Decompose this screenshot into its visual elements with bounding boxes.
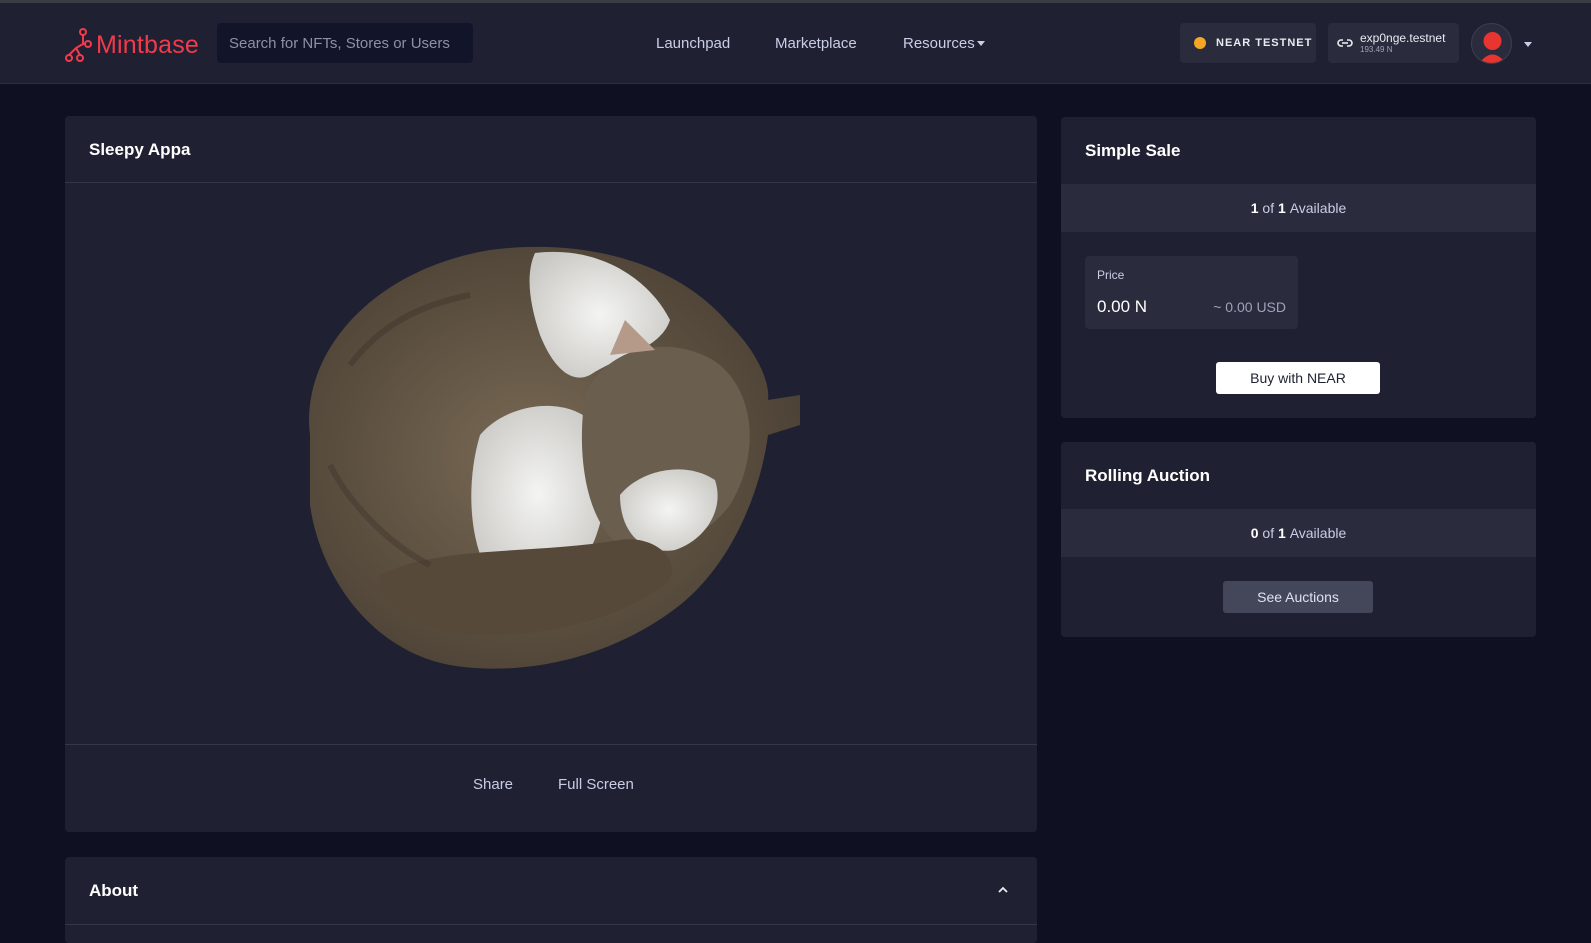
network-badge[interactable]: NEAR TESTNET xyxy=(1180,23,1316,63)
available-count: 0 xyxy=(1250,525,1259,541)
top-navbar: Mintbase Launchpad Marketplace Resources… xyxy=(0,3,1591,84)
of-text: of xyxy=(1262,200,1275,216)
nft-title: Sleepy Appa xyxy=(89,140,191,159)
avatar[interactable] xyxy=(1471,23,1512,64)
simple-sale-title: Simple Sale xyxy=(1085,141,1181,160)
logo-text: Mintbase xyxy=(96,30,200,59)
nav-marketplace[interactable]: Marketplace xyxy=(775,35,857,52)
mintbase-logo[interactable]: Mintbase xyxy=(64,27,199,63)
chevron-up-icon[interactable] xyxy=(998,885,1008,895)
price-usd: ~ 0.00 USD xyxy=(1213,299,1286,315)
wallet-button[interactable]: exp0nge.testnet 193.49 N xyxy=(1328,23,1459,63)
full-screen-button[interactable]: Full Screen xyxy=(558,776,634,793)
about-title: About xyxy=(89,881,139,900)
nav-launchpad[interactable]: Launchpad xyxy=(656,35,730,52)
see-auctions-button[interactable]: See Auctions xyxy=(1223,581,1373,613)
chevron-down-icon[interactable] xyxy=(1524,42,1532,47)
nav-resources[interactable]: Resources xyxy=(903,35,975,52)
simple-sale-availability: 1 of 1 Available xyxy=(1061,184,1536,232)
share-button[interactable]: Share xyxy=(473,776,513,793)
available-text: Available xyxy=(1289,200,1347,216)
mintbase-logo-icon xyxy=(65,28,92,62)
link-icon xyxy=(1337,39,1353,47)
available-text: Available xyxy=(1289,525,1347,541)
total-count: 1 xyxy=(1278,525,1286,541)
divider xyxy=(65,744,1037,745)
price-label: Price xyxy=(1097,268,1125,282)
available-count: 1 xyxy=(1250,200,1259,216)
wallet-balance: 193.49 N xyxy=(1360,45,1393,54)
buy-with-near-button[interactable]: Buy with NEAR xyxy=(1216,362,1380,394)
chevron-down-icon[interactable] xyxy=(977,41,985,46)
total-count: 1 xyxy=(1278,200,1286,216)
price-box: Price 0.00 N ~ 0.00 USD xyxy=(1085,256,1298,329)
rolling-auction-title: Rolling Auction xyxy=(1085,466,1210,485)
wallet-account-name: exp0nge.testnet xyxy=(1360,31,1446,45)
of-text: of xyxy=(1262,525,1275,541)
network-status-dot xyxy=(1194,37,1206,49)
divider xyxy=(65,924,1037,925)
price-near: 0.00 N xyxy=(1097,297,1148,316)
nft-image[interactable] xyxy=(290,245,810,680)
search-input[interactable] xyxy=(217,23,473,63)
about-card xyxy=(65,857,1037,943)
divider xyxy=(65,182,1037,183)
network-label: NEAR TESTNET xyxy=(1216,37,1313,49)
rolling-auction-availability: 0 of 1 Available xyxy=(1061,509,1536,557)
avatar-icon xyxy=(1479,32,1506,63)
